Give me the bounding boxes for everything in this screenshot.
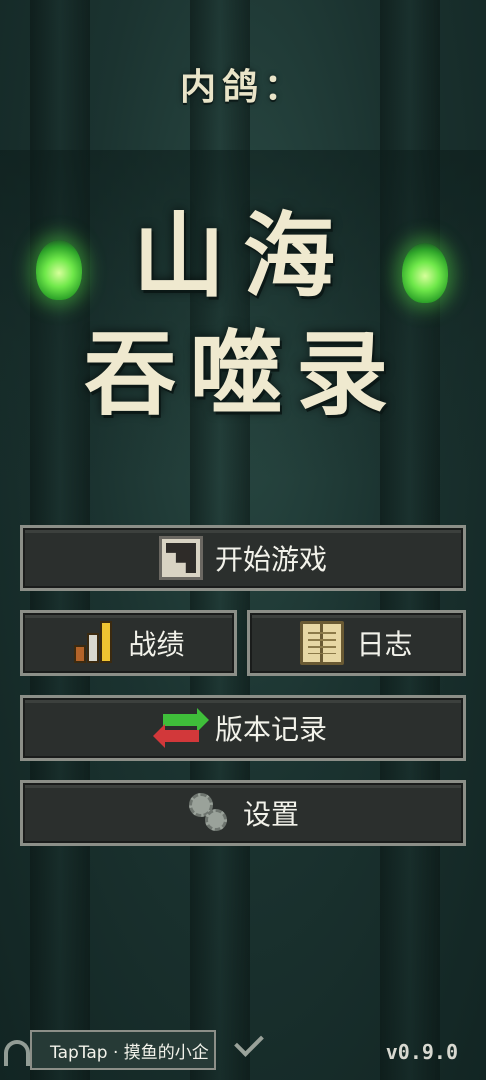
stats-button[interactable]: 战绩 — [20, 610, 237, 676]
stairs-icon — [158, 536, 203, 580]
start-game-button[interactable]: 开始游戏 — [20, 525, 466, 591]
game-title-line-2: 吞噬录 — [83, 320, 402, 428]
game-subtitle: 内鸽： — [179, 66, 306, 108]
settings-button[interactable]: 设置 — [20, 780, 466, 846]
refresh-arrows-icon — [152, 706, 209, 750]
version-label: v0.9.0 — [385, 1040, 458, 1064]
author-tag[interactable]: TapTap · 摸鱼的小企 — [30, 1030, 216, 1070]
log-button[interactable]: 日志 — [247, 610, 466, 676]
version-history-button[interactable]: 版本记录 — [20, 695, 466, 761]
game-title-line-1: 山海 — [132, 202, 353, 310]
book-icon — [300, 621, 345, 665]
start-game-label: 开始游戏 — [214, 543, 327, 576]
settings-label: 设置 — [242, 798, 299, 831]
bar-chart-icon — [72, 621, 116, 665]
gears-icon — [187, 791, 231, 835]
version-history-label: 版本记录 — [214, 713, 327, 746]
stats-label: 战绩 — [128, 628, 185, 661]
log-label: 日志 — [356, 628, 413, 661]
author-tag-text: TapTap · 摸鱼的小企 — [50, 1042, 209, 1063]
signal-icon — [4, 1040, 30, 1066]
